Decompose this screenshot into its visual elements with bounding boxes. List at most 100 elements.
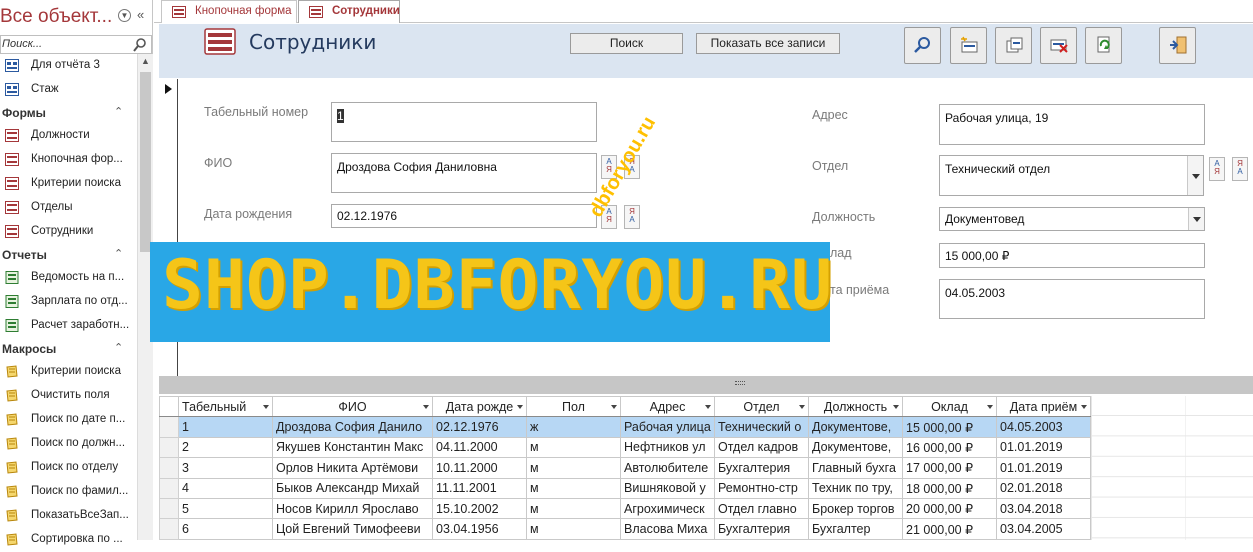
- salary-field[interactable]: 15 000,00 ₽: [939, 243, 1205, 268]
- table-cell[interactable]: 04.05.2003: [996, 416, 1091, 438]
- nav-item[interactable]: Стаж: [0, 78, 137, 102]
- tab-sotrudniki[interactable]: Сотрудники: [298, 0, 400, 23]
- table-cell[interactable]: 16 000,00 ₽: [902, 436, 997, 459]
- chevron-up-icon[interactable]: ⌃: [114, 247, 123, 260]
- table-row[interactable]: 6 Цой Евгений Тимофееви 03.04.1956 м Власова…: [159, 518, 1091, 540]
- table-row[interactable]: 5 Носов Кирилл Ярославо 15.10.2002 м Агрохим…: [159, 497, 1091, 520]
- address-field[interactable]: Рабочая улица, 19: [939, 104, 1205, 145]
- chevron-down-icon[interactable]: [263, 405, 269, 409]
- table-cell[interactable]: Технический о: [714, 416, 809, 438]
- table-cell[interactable]: 3: [178, 457, 273, 479]
- scroll-thumb[interactable]: [140, 72, 151, 252]
- nav-item[interactable]: Отделы: [0, 196, 137, 220]
- table-cell[interactable]: Документове,: [808, 436, 903, 459]
- nav-item[interactable]: Очистить поля: [0, 384, 137, 408]
- table-cell[interactable]: 02.01.2018: [996, 477, 1091, 499]
- table-cell[interactable]: Ремонтно-стр: [714, 477, 809, 499]
- nav-group-header[interactable]: Макросы ⌃: [0, 338, 137, 360]
- nav-item[interactable]: Расчет заработн...: [0, 314, 137, 338]
- nav-search-box[interactable]: Поиск...: [0, 35, 152, 54]
- column-header[interactable]: Пол: [526, 395, 621, 418]
- table-row[interactable]: 4 Быков Александр Михай 11.11.2001 м Вишняко…: [159, 477, 1091, 499]
- chevron-down-icon[interactable]: [893, 405, 899, 409]
- table-cell[interactable]: 11.11.2001: [432, 477, 527, 499]
- search-button[interactable]: Поиск: [570, 33, 683, 54]
- table-cell[interactable]: 15 000,00 ₽: [902, 416, 997, 438]
- show-all-records-button[interactable]: Показать все записи: [696, 33, 840, 54]
- nav-title[interactable]: Все объект...: [0, 6, 112, 28]
- table-cell[interactable]: 4: [178, 477, 273, 499]
- table-cell[interactable]: Рабочая улица: [620, 416, 715, 438]
- table-row[interactable]: 1 Дроздова София Данило 02.12.1976 ж Рабочая…: [159, 416, 1091, 438]
- row-selector[interactable]: [159, 457, 179, 479]
- nav-dropdown-icon[interactable]: ▼: [118, 9, 131, 22]
- nav-item[interactable]: Поиск по отделу: [0, 456, 137, 480]
- table-cell[interactable]: Главный бухга: [808, 457, 903, 479]
- birth-date-field[interactable]: 02.12.1976: [331, 204, 597, 228]
- nav-item[interactable]: Поиск по фамил...: [0, 480, 137, 504]
- table-cell[interactable]: 04.11.2000: [432, 436, 527, 459]
- table-cell[interactable]: Носов Кирилл Ярославо: [272, 497, 433, 520]
- row-selector[interactable]: [159, 518, 179, 540]
- exit-button[interactable]: [1159, 27, 1196, 64]
- position-combo[interactable]: Документовед: [939, 207, 1205, 231]
- nav-header[interactable]: Все объект... ▼ «: [0, 0, 153, 34]
- table-cell[interactable]: Нефтников ул: [620, 436, 715, 459]
- chevron-down-icon[interactable]: [987, 405, 993, 409]
- table-cell[interactable]: Власова Миха: [620, 518, 715, 540]
- scroll-up-icon[interactable]: ▲: [141, 56, 150, 66]
- nav-item[interactable]: Сотрудники: [0, 220, 137, 244]
- chevron-down-icon[interactable]: [1081, 405, 1087, 409]
- column-header[interactable]: Табельный: [178, 395, 273, 418]
- hire-date-field[interactable]: 04.05.2003: [939, 279, 1205, 319]
- column-header[interactable]: Отдел: [714, 395, 809, 418]
- nav-collapse-icon[interactable]: «: [137, 7, 144, 22]
- split-form-splitter[interactable]: [159, 376, 1253, 394]
- nav-item[interactable]: Поиск по должн...: [0, 432, 137, 456]
- column-header[interactable]: Дата рожде: [432, 395, 527, 418]
- nav-item[interactable]: Должности: [0, 124, 137, 148]
- nav-search-input[interactable]: Поиск...: [2, 38, 42, 50]
- table-cell[interactable]: Агрохимическ: [620, 497, 715, 520]
- table-cell[interactable]: Бухгалтерия: [714, 457, 809, 479]
- table-cell[interactable]: м: [526, 436, 621, 459]
- table-cell[interactable]: 6: [178, 518, 273, 540]
- column-header[interactable]: Должность: [808, 395, 903, 418]
- table-cell[interactable]: м: [526, 518, 621, 540]
- find-button[interactable]: [904, 27, 941, 64]
- nav-item[interactable]: Поиск по дате п...: [0, 408, 137, 432]
- splitter-grip-icon[interactable]: [735, 381, 745, 385]
- nav-item[interactable]: ПоказатьВсеЗап...: [0, 504, 137, 528]
- sort-desc-department-icon[interactable]: ЯА: [1232, 157, 1248, 181]
- column-header[interactable]: ФИО: [272, 395, 433, 418]
- table-cell[interactable]: 03.04.1956: [432, 518, 527, 540]
- delete-record-button[interactable]: [1040, 27, 1077, 64]
- select-all-corner[interactable]: [159, 395, 179, 418]
- table-cell[interactable]: Брокер торгов: [808, 497, 903, 520]
- table-cell[interactable]: Быков Александр Михай: [272, 477, 433, 499]
- nav-item[interactable]: Зарплата по отд...: [0, 290, 137, 314]
- nav-item[interactable]: Кнопочная фор...: [0, 148, 137, 172]
- chevron-down-icon[interactable]: [1188, 208, 1204, 230]
- column-header[interactable]: Оклад: [902, 395, 997, 418]
- chevron-up-icon[interactable]: ⌃: [114, 105, 123, 118]
- table-cell[interactable]: м: [526, 477, 621, 499]
- chevron-down-icon[interactable]: [799, 405, 805, 409]
- chevron-down-icon[interactable]: [423, 405, 429, 409]
- table-cell[interactable]: 20 000,00 ₽: [902, 497, 997, 520]
- table-cell[interactable]: Бухгалтерия: [714, 518, 809, 540]
- table-cell[interactable]: 18 000,00 ₽: [902, 477, 997, 499]
- row-selector[interactable]: [159, 477, 179, 499]
- table-cell[interactable]: 03.04.2018: [996, 497, 1091, 520]
- nav-group-header[interactable]: Формы ⌃: [0, 102, 137, 124]
- table-cell[interactable]: 01.01.2019: [996, 436, 1091, 459]
- nav-item[interactable]: Критерии поиска: [0, 172, 137, 196]
- nav-item[interactable]: Для отчёта 3: [0, 54, 137, 78]
- table-cell[interactable]: 10.11.2000: [432, 457, 527, 479]
- table-cell[interactable]: м: [526, 497, 621, 520]
- table-cell[interactable]: Документове,: [808, 416, 903, 438]
- chevron-up-icon[interactable]: ⌃: [114, 341, 123, 354]
- nav-item[interactable]: Ведомость на п...: [0, 266, 137, 290]
- nav-item[interactable]: Критерии поиска: [0, 360, 137, 384]
- table-cell[interactable]: Отдел главно: [714, 497, 809, 520]
